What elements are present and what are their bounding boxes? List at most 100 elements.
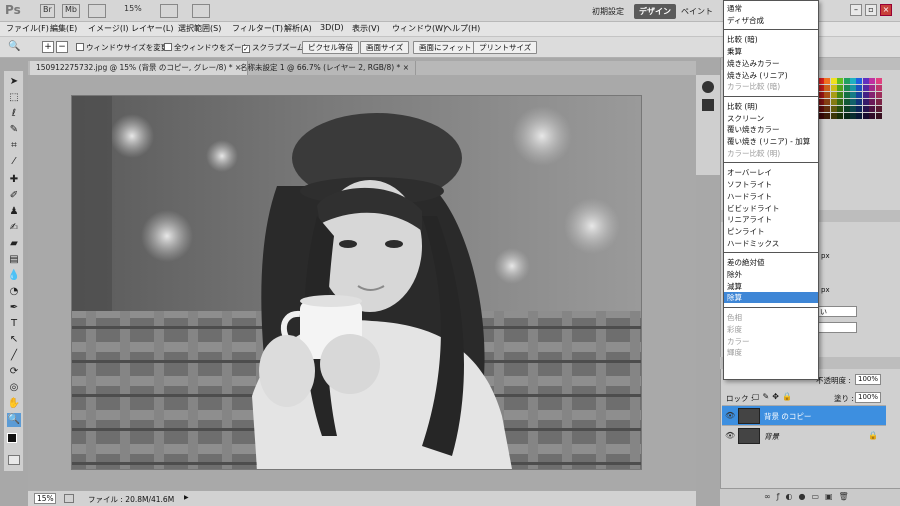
color-swatch[interactable] bbox=[830, 92, 837, 98]
blend-mode-option[interactable]: カラー比較 (暗) bbox=[727, 81, 780, 92]
color-swatch[interactable] bbox=[843, 92, 850, 98]
color-swatch[interactable] bbox=[843, 113, 850, 119]
zoom-level-dropdown[interactable]: 15% bbox=[124, 4, 142, 18]
color-swatch[interactable] bbox=[843, 85, 850, 91]
quick-mask-icon[interactable] bbox=[8, 455, 20, 465]
blend-mode-option[interactable]: スクリーン bbox=[727, 113, 764, 124]
layer-row-background[interactable]: 👁 背景 🔒 bbox=[722, 425, 886, 445]
opacity-field[interactable]: 100% bbox=[855, 374, 881, 385]
blend-mode-option[interactable]: 乗算 bbox=[727, 46, 742, 57]
scrubby-zoom-checkbox[interactable]: ✓ スクラブズーム bbox=[242, 42, 304, 53]
color-swatch[interactable] bbox=[869, 78, 876, 84]
blend-mode-option[interactable]: ソフトライト bbox=[727, 179, 772, 190]
tab-photo-document[interactable]: 150912275732.jpg @ 15% (背景 のコピー, グレー/8) … bbox=[30, 61, 249, 75]
color-swatch[interactable] bbox=[850, 92, 856, 98]
swatches-panel[interactable] bbox=[818, 78, 882, 128]
screen-mode-icon[interactable] bbox=[192, 4, 210, 18]
zoom-out-icon[interactable]: − bbox=[56, 41, 68, 53]
blend-mode-option[interactable]: リニアライト bbox=[727, 214, 772, 225]
eyedropper-tool-icon[interactable]: ⁄ bbox=[7, 155, 21, 169]
color-swatch[interactable] bbox=[862, 106, 869, 112]
actual-pixels-button[interactable]: ピクセル等倍 bbox=[302, 41, 359, 54]
3d-orbit-tool-icon[interactable]: ◎ bbox=[7, 381, 21, 395]
color-swatch[interactable] bbox=[856, 78, 863, 84]
blend-mode-option[interactable]: 比較 (明) bbox=[727, 101, 758, 112]
blend-mode-option[interactable]: ハードライト bbox=[727, 191, 772, 202]
menu-filter[interactable]: フィルター(T) bbox=[232, 23, 283, 34]
3d-rotate-tool-icon[interactable]: ⟳ bbox=[7, 365, 21, 379]
brush-tool-icon[interactable]: ✐ bbox=[7, 189, 21, 203]
color-swatch[interactable] bbox=[850, 85, 856, 91]
blend-mode-option[interactable]: 覆い焼き (リニア) - 加算 bbox=[727, 136, 810, 147]
menu-help[interactable]: ヘルプ(H) bbox=[444, 23, 480, 34]
color-swatch[interactable] bbox=[856, 85, 863, 91]
color-swatch[interactable] bbox=[837, 85, 844, 91]
blend-mode-option[interactable]: 彩度 bbox=[727, 324, 742, 335]
menu-select[interactable]: 選択範囲(S) bbox=[178, 23, 221, 34]
color-swatch[interactable] bbox=[856, 106, 863, 112]
zoom-in-icon[interactable]: + bbox=[42, 41, 54, 53]
marquee-tool-icon[interactable]: ⬚ bbox=[7, 91, 21, 105]
adjustments-panel-icon[interactable] bbox=[702, 99, 714, 111]
blend-mode-option[interactable]: オーバーレイ bbox=[727, 167, 772, 178]
color-swatch[interactable] bbox=[850, 99, 856, 105]
fit-screen-button[interactable]: 画面サイズ bbox=[360, 41, 410, 54]
blend-mode-option[interactable]: 減算 bbox=[727, 281, 742, 292]
color-swatch[interactable] bbox=[830, 99, 837, 105]
color-swatch[interactable] bbox=[850, 106, 856, 112]
color-swatch[interactable] bbox=[862, 92, 869, 98]
color-swatch[interactable] bbox=[869, 85, 876, 91]
option-dropdown[interactable] bbox=[817, 322, 857, 333]
path-selection-tool-icon[interactable]: ↖ bbox=[7, 333, 21, 347]
workspace-painting[interactable]: ペイント bbox=[676, 4, 718, 19]
color-swatch[interactable] bbox=[875, 78, 882, 84]
tab-untitled-document[interactable]: 名称未設定 1 @ 66.7% (レイヤー 2, RGB/8) * × bbox=[234, 61, 416, 75]
color-swatch[interactable] bbox=[824, 85, 831, 91]
bridge-button[interactable]: Br bbox=[40, 4, 55, 18]
resize-windows-checkbox[interactable]: ウィンドウサイズを変更 bbox=[76, 42, 168, 53]
workspace-design[interactable]: デザイン bbox=[634, 4, 676, 19]
blend-mode-option[interactable]: 除外 bbox=[727, 269, 742, 280]
zoom-field[interactable]: 15% bbox=[34, 493, 56, 504]
color-swatch[interactable] bbox=[875, 106, 882, 112]
color-swatch[interactable] bbox=[830, 106, 837, 112]
blend-mode-option[interactable]: 焼き込み (リニア) bbox=[727, 70, 788, 81]
lasso-tool-icon[interactable]: ℓ bbox=[7, 107, 21, 121]
menu-image[interactable]: イメージ(I) bbox=[88, 23, 128, 34]
color-swatch[interactable] bbox=[830, 85, 837, 91]
print-size-button[interactable]: プリントサイズ bbox=[473, 41, 538, 54]
crop-tool-icon[interactable]: ⌗ bbox=[7, 139, 21, 153]
menu-layer[interactable]: レイヤー(L) bbox=[131, 23, 173, 34]
move-tool-icon[interactable]: ➤ bbox=[7, 75, 21, 89]
restore-icon[interactable]: ▫ bbox=[865, 4, 877, 16]
arrange-documents-icon[interactable] bbox=[160, 4, 178, 18]
color-swatch[interactable] bbox=[824, 106, 831, 112]
color-swatch[interactable] bbox=[843, 106, 850, 112]
color-swatch[interactable] bbox=[850, 78, 856, 84]
close-icon[interactable]: × bbox=[880, 4, 892, 16]
history-brush-tool-icon[interactable]: ✍ bbox=[7, 221, 21, 235]
color-swatch[interactable] bbox=[869, 99, 876, 105]
color-swatch[interactable] bbox=[837, 106, 844, 112]
color-swatch[interactable] bbox=[837, 113, 844, 119]
close-icon[interactable]: × bbox=[403, 63, 409, 72]
color-swatch[interactable] bbox=[824, 92, 831, 98]
gradient-tool-icon[interactable]: ▤ bbox=[7, 253, 21, 267]
clone-stamp-tool-icon[interactable]: ♟ bbox=[7, 205, 21, 219]
color-swatch[interactable] bbox=[824, 113, 831, 119]
blend-mode-option[interactable]: ビビッドライト bbox=[727, 203, 780, 214]
color-swatch[interactable] bbox=[824, 78, 831, 84]
visibility-eye-icon[interactable]: 👁 bbox=[725, 411, 735, 421]
zoom-all-windows-checkbox[interactable]: 全ウィンドウをズーム bbox=[164, 42, 249, 53]
pen-tool-icon[interactable]: ✒ bbox=[7, 301, 21, 315]
color-swatch[interactable] bbox=[843, 78, 850, 84]
color-swatch[interactable] bbox=[869, 92, 876, 98]
lock-icons[interactable]: ▢✎✥🔒 bbox=[752, 392, 795, 401]
type-tool-icon[interactable]: T bbox=[7, 317, 21, 331]
option-dropdown[interactable]: い bbox=[817, 306, 857, 317]
quick-select-tool-icon[interactable]: ✎ bbox=[7, 123, 21, 137]
layer-row-background-copy[interactable]: 👁 背景 のコピー bbox=[722, 405, 886, 425]
blend-mode-option[interactable]: 輝度 bbox=[727, 347, 742, 358]
blend-mode-option[interactable]: 焼き込みカラー bbox=[727, 58, 780, 69]
color-swatch[interactable] bbox=[856, 92, 863, 98]
